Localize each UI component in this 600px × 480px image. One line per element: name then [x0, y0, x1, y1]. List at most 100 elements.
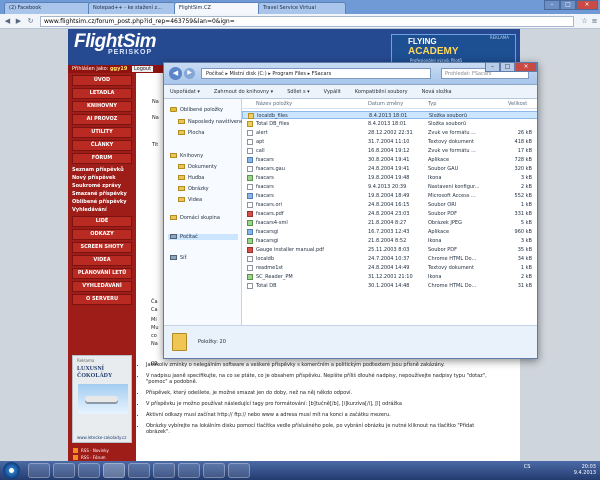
nav-pictures[interactable]: Obrázky — [178, 186, 209, 192]
list-item: Jakékoliv zmínky o nelegálním software a… — [146, 362, 490, 368]
table-row[interactable]: apt 31.7.2004 11:10 Textový dokument 418 kB — [242, 138, 537, 146]
table-row[interactable]: readme1st 24.8.2004 14:49 Textový dokument… — [242, 264, 537, 272]
explorer-icon[interactable] — [53, 463, 75, 478]
file-icon — [247, 139, 253, 145]
nav-network[interactable]: Síť — [170, 255, 187, 261]
table-row[interactable]: localdb 24.7.2004 10:37 Chrome HTML Do... 3… — [242, 255, 537, 263]
file-date: 31.12.2001 21:10 — [368, 274, 413, 280]
close-icon[interactable]: × — [515, 63, 537, 72]
table-row[interactable]: SC_Reader_PM 31.12.2001 21:10 Ikona 2 kB — [242, 273, 537, 281]
column-name[interactable]: Název položky — [256, 101, 292, 107]
table-row[interactable]: fsacars4-sml 21.8.2004 8:27 Obrázek JPEG 5 … — [242, 219, 537, 227]
media-icon[interactable] — [78, 463, 100, 478]
table-row[interactable]: fsacarsgi 21.8.2004 8:52 Ikona 3 kB — [242, 237, 537, 245]
file-date: 16.7.2003 12:43 — [368, 229, 410, 235]
image-icon — [247, 175, 253, 181]
compat-files-button[interactable]: Kompatibilní soubory — [355, 89, 408, 95]
documents-icon — [178, 164, 185, 169]
table-row[interactable]: fsacars 19.8.2004 19:48 Ikona 3 kB — [242, 174, 537, 182]
app-icon[interactable] — [178, 463, 200, 478]
file-date: 19.8.2004 18:49 — [368, 193, 410, 199]
nav-desktop[interactable]: Plocha — [178, 130, 204, 136]
column-size[interactable]: Velikost — [508, 101, 527, 107]
table-row[interactable]: Gauge installer manual.pdf 25.11.2003 8:0… — [242, 246, 537, 254]
forward-icon[interactable]: ▶ — [14, 17, 23, 26]
table-row[interactable]: fsacars 30.8.2004 19:41 Aplikace 728 kB — [242, 156, 537, 164]
maximize-icon[interactable]: □ — [560, 0, 576, 10]
table-row[interactable]: fsacars.pdf 24.8.2004 23:03 Soubor PDF 331 … — [242, 210, 537, 218]
forward-icon[interactable]: ▶ — [184, 68, 195, 79]
share-button[interactable]: Sdílet s ▾ — [287, 89, 309, 95]
file-date: 24.8.2004 23:03 — [368, 211, 410, 217]
table-row[interactable]: alert 28.12.2002 22:31 Zvuk ve formátu ...… — [242, 129, 537, 137]
tab-notepad[interactable]: Notepad++ - ke stažení z... — [88, 2, 176, 14]
organize-button[interactable]: Uspořádat ▾ — [170, 89, 200, 95]
nav-homegroup[interactable]: Domácí skupina — [170, 215, 220, 221]
table-row[interactable]: fsacars.ori 24.8.2004 16:15 Soubor ORI 1 kB — [242, 201, 537, 209]
table-row[interactable]: fsacarsgi 16.7.2003 12:43 Aplikace 960 kB — [242, 228, 537, 236]
back-icon[interactable]: ◀ — [169, 67, 182, 80]
file-name: localdb_files — [257, 113, 288, 119]
tab-flightsim[interactable]: FlightSim.CZ — [174, 2, 260, 14]
table-row[interactable]: fsacars.gau 24.8.2004 19:41 Soubor GAU 320 … — [242, 165, 537, 173]
nav-computer[interactable]: Počítač — [168, 234, 238, 240]
table-row[interactable]: Total DB 30.1.2004 14:48 Chrome HTML Do...… — [242, 282, 537, 290]
maximize-icon[interactable]: □ — [500, 63, 515, 72]
explorer-status-bar: Položky: 20 — [164, 325, 537, 358]
start-button[interactable] — [3, 462, 20, 479]
file-type: Zvuk ve formátu ... — [428, 130, 476, 136]
table-row[interactable]: localdb_files 8.4.2013 18:01 Složka soubor… — [242, 111, 537, 119]
language-indicator[interactable]: CS — [524, 464, 531, 470]
explorer-toolbar: Uspořádat ▾ Zahrnout do knihovny ▾ Sdíle… — [164, 85, 537, 99]
file-icon — [247, 265, 253, 271]
clock[interactable]: 20:03 9.4.2013 — [574, 464, 596, 476]
nav-documents[interactable]: Dokumenty — [178, 164, 217, 170]
file-date: 24.8.2004 14:49 — [368, 265, 410, 271]
minimize-icon[interactable]: – — [485, 63, 500, 72]
file-date: 24.7.2004 10:37 — [368, 256, 410, 262]
nav-libraries[interactable]: Knihovny — [170, 153, 203, 159]
image-icon — [247, 274, 253, 280]
close-icon[interactable]: × — [576, 0, 598, 10]
table-row[interactable]: fsacars 9.4.2013 20:39 Nastavení konfigur.… — [242, 183, 537, 191]
tab-facebook[interactable]: (2) Facebook — [4, 2, 90, 14]
tab-travel-service[interactable]: Travel Service Virtual — [258, 2, 346, 14]
burn-button[interactable]: Vypálit — [324, 89, 341, 95]
pdf-icon — [247, 211, 253, 217]
column-date[interactable]: Datum změny — [368, 101, 403, 107]
table-row[interactable]: call 16.8.2004 19:12 Zvuk ve formátu ... 17… — [242, 147, 537, 155]
chrome-icon[interactable] — [103, 463, 125, 478]
url-input[interactable]: www.flightsim.cz/forum_post.php?id_rep=4… — [40, 16, 574, 27]
menu-icon[interactable]: ≡ — [590, 17, 599, 26]
file-type: Aplikace — [428, 157, 450, 163]
file-type: Složka souborů — [429, 113, 467, 119]
minimize-icon[interactable]: – — [544, 0, 560, 10]
table-row[interactable]: Total DB_files 8.4.2013 18:01 Složka soubo… — [242, 120, 537, 128]
file-date: 21.8.2004 8:27 — [368, 220, 407, 226]
skype-icon[interactable] — [128, 463, 150, 478]
column-type[interactable]: Typ — [428, 101, 436, 107]
star-icon[interactable]: ☆ — [580, 17, 589, 26]
include-library-button[interactable]: Zahrnout do knihovny ▾ — [214, 89, 273, 95]
file-date: 25.11.2003 8:03 — [368, 247, 410, 253]
file-type: Soubor PDF — [428, 211, 458, 217]
word-icon[interactable] — [203, 463, 225, 478]
file-size: 5 kB — [520, 220, 532, 226]
photoshop-icon[interactable] — [228, 463, 250, 478]
tab-label: FlightSim.CZ — [179, 5, 211, 11]
nav-recent[interactable]: Naposledy navštívené — [178, 119, 243, 125]
breadcrumb[interactable]: Počítač ▸ Místní disk (C:) ▸ Program Fil… — [201, 68, 431, 79]
file-size: 418 kB — [514, 139, 532, 145]
nav-videos[interactable]: Videa — [178, 197, 202, 203]
new-folder-button[interactable]: Nová složka — [422, 89, 452, 95]
back-icon[interactable]: ◀ — [3, 17, 12, 26]
notepad-icon[interactable] — [153, 463, 175, 478]
table-row[interactable]: fsacars 19.8.2004 18:49 Microsoft Access .… — [242, 192, 537, 200]
application-icon — [247, 229, 253, 235]
reload-icon[interactable]: ↻ — [26, 17, 35, 26]
nav-favorites[interactable]: Oblíbené položky — [170, 107, 223, 113]
ie-icon[interactable] — [28, 463, 50, 478]
file-type: Složka souborů — [428, 121, 466, 127]
file-size: 3 kB — [520, 175, 532, 181]
nav-music[interactable]: Hudba — [178, 175, 204, 181]
